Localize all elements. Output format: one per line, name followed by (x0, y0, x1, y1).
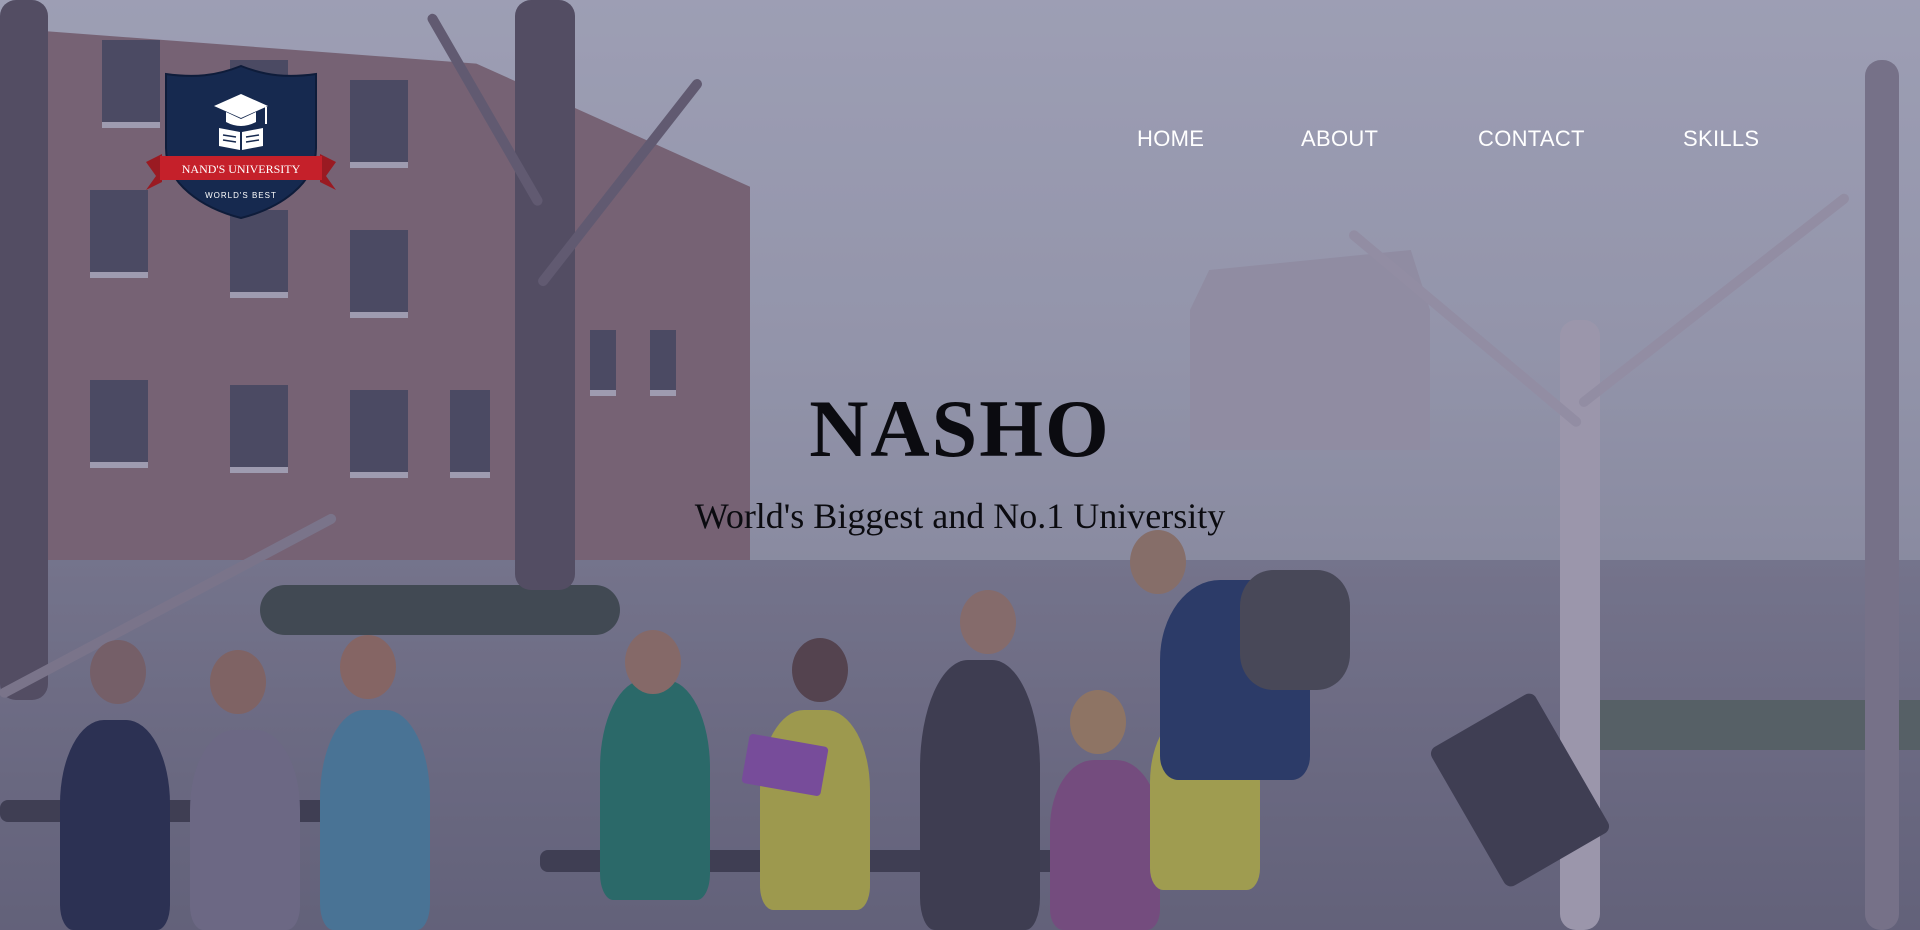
nav-link-skills[interactable]: SKILLS (1673, 126, 1803, 152)
hero-title: NASHO (809, 383, 1111, 474)
hero-section: NAND'S UNIVERSITY WORLD'S BEST HOME ABOU… (0, 0, 1920, 930)
logo-ribbon-text: NAND'S UNIVERSITY (182, 162, 301, 176)
logo-motto-text: WORLD'S BEST (205, 191, 277, 200)
shield-logo-icon: NAND'S UNIVERSITY WORLD'S BEST (146, 64, 336, 220)
nav-link-contact[interactable]: CONTACT (1468, 126, 1618, 152)
hero-subtitle: World's Biggest and No.1 University (694, 496, 1226, 536)
nav-link-home[interactable]: HOME (1127, 126, 1257, 152)
nav-link-about[interactable]: ABOUT (1291, 126, 1421, 152)
university-logo[interactable]: NAND'S UNIVERSITY WORLD'S BEST (146, 62, 336, 222)
